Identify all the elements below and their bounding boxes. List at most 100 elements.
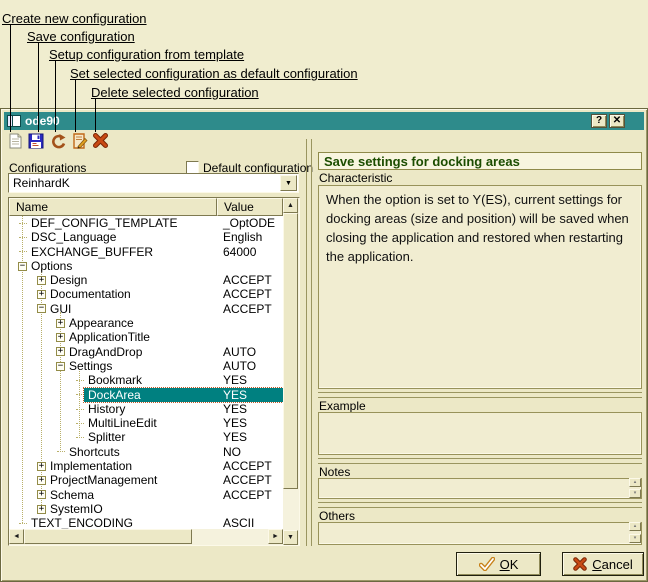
tree-item-name[interactable]: DockArea — [88, 388, 141, 402]
delete-configuration-button[interactable] — [91, 132, 109, 149]
tree-item-name[interactable]: Shortcuts — [69, 445, 120, 459]
tree-item-name[interactable]: EXCHANGE_BUFFER — [31, 245, 153, 259]
tree-item-name[interactable]: SystemIO — [50, 502, 103, 516]
tree-row-EXCHANGE_BUFFER[interactable]: EXCHANGE_BUFFER64000 — [9, 245, 283, 259]
tree-expand-icon[interactable]: + — [56, 347, 65, 356]
tree-row-ApplicationTitle[interactable]: + ApplicationTitle — [9, 330, 283, 344]
tree-item-name[interactable]: Implementation — [50, 459, 132, 473]
tree-row-Splitter[interactable]: SplitterYES — [9, 430, 283, 444]
tree-row-Shortcuts[interactable]: ShortcutsNO — [9, 445, 283, 459]
tree-item-name[interactable]: Schema — [50, 488, 94, 502]
scroll-right-icon[interactable]: ► — [268, 529, 283, 544]
tree-expand-icon[interactable]: + — [37, 476, 46, 485]
notes-scroll-up-icon[interactable]: ▴ — [629, 478, 641, 487]
tree-row-DEF_CONFIG_TEMPLATE[interactable]: DEF_CONFIG_TEMPLATE_OptODE — [9, 216, 283, 230]
tree-indent: + — [9, 330, 65, 344]
tree-row-Bookmark[interactable]: BookmarkYES — [9, 373, 283, 387]
tree-collapse-icon[interactable]: − — [18, 262, 27, 271]
others-textbox[interactable] — [318, 522, 642, 545]
tree-expand-icon[interactable]: + — [37, 505, 46, 514]
tree-item-name[interactable]: ProjectManagement — [50, 473, 157, 487]
section-splitter[interactable] — [318, 502, 642, 508]
tree-collapse-icon[interactable]: − — [37, 304, 46, 313]
tree-row-DSC_Language[interactable]: DSC_LanguageEnglish — [9, 230, 283, 244]
save-configuration-button[interactable] — [27, 132, 45, 149]
tree-row-Settings[interactable]: −SettingsAUTO — [9, 359, 283, 373]
tree-item-name[interactable]: Bookmark — [88, 373, 142, 387]
option-title-header: Save settings for docking areas — [318, 152, 642, 170]
tree-header-name[interactable]: Name — [9, 198, 217, 216]
tree-item-name[interactable]: DSC_Language — [31, 230, 116, 244]
scroll-up-icon[interactable]: ▲ — [283, 198, 298, 213]
notes-scroll-down-icon[interactable]: ▾ — [629, 489, 641, 498]
horizontal-scroll-thumb[interactable] — [24, 529, 192, 544]
tree-item-name[interactable]: DragAndDrop — [69, 345, 142, 359]
tree-indent — [9, 445, 65, 459]
tree-row-Design[interactable]: +DesignACCEPT — [9, 273, 283, 287]
section-splitter[interactable] — [318, 392, 642, 398]
combobox-dropdown-icon[interactable]: ▼ — [280, 175, 297, 191]
tree-item-name[interactable]: Design — [50, 273, 87, 287]
tree-row-Appearance[interactable]: + Appearance — [9, 316, 283, 330]
tree-row-MultiLineEdit[interactable]: MultiLineEditYES — [9, 416, 283, 430]
tree-row-DockArea[interactable]: DockAreaYES — [9, 388, 283, 402]
tree-indent: + — [9, 488, 46, 502]
tree-indent — [9, 516, 27, 529]
tree-connector — [76, 380, 84, 381]
section-splitter[interactable] — [318, 458, 642, 464]
tree-indent — [9, 245, 27, 259]
notes-textbox[interactable] — [318, 478, 642, 499]
tree-row-Implementation[interactable]: +ImplementationACCEPT — [9, 459, 283, 473]
tree-item-name[interactable]: MultiLineEdit — [88, 416, 157, 430]
tree-item-name[interactable]: Documentation — [50, 287, 131, 301]
tree-row-Documentation[interactable]: + Documentation ACCEPT — [9, 287, 283, 301]
characteristic-textbox[interactable]: When the option is set to Y(ES), current… — [318, 185, 642, 389]
tree-item-name[interactable]: TEXT_ENCODING — [31, 516, 133, 529]
tree-item-name[interactable]: GUI — [50, 302, 71, 316]
scroll-down-icon[interactable]: ▼ — [283, 530, 298, 545]
tree-item-name[interactable]: Options — [31, 259, 72, 273]
vertical-scroll-thumb[interactable] — [283, 213, 298, 489]
tree-item-name[interactable]: Splitter — [88, 430, 125, 444]
tree-expand-icon[interactable]: + — [37, 290, 46, 299]
tree-row-SystemIO[interactable]: + SystemIO — [9, 502, 283, 516]
tree-item-name[interactable]: History — [88, 402, 125, 416]
tree-item-name[interactable]: Settings — [69, 359, 112, 373]
tree-expand-icon[interactable]: + — [37, 462, 46, 471]
panel-splitter[interactable] — [306, 139, 312, 546]
tree-item-name[interactable]: Appearance — [69, 316, 134, 330]
tree-item-name[interactable]: DEF_CONFIG_TEMPLATE — [31, 216, 177, 230]
tree-row-Options[interactable]: −Options — [9, 259, 283, 273]
example-textbox[interactable] — [318, 412, 642, 455]
others-scroll-up-icon[interactable]: ▴ — [629, 522, 641, 531]
tree-collapse-icon[interactable]: − — [56, 362, 65, 371]
ok-button-label: OK — [500, 557, 519, 572]
tree-row-GUI[interactable]: −GUIACCEPT — [9, 302, 283, 316]
vertical-scrollbar[interactable]: ▲ ▼ — [283, 198, 299, 545]
configuration-combobox[interactable]: ReinhardK ▼ — [8, 173, 299, 193]
horizontal-scrollbar[interactable]: ◄ ► — [9, 529, 283, 545]
tree-expand-icon[interactable]: + — [56, 333, 65, 342]
tree-expand-icon[interactable]: + — [37, 490, 46, 499]
tree-row-Schema[interactable]: +SchemaACCEPT — [9, 488, 283, 502]
scroll-left-icon[interactable]: ◄ — [9, 529, 24, 544]
tree-item-name[interactable]: ApplicationTitle — [69, 330, 150, 344]
tree-row-highlight: DragAndDropAUTO — [65, 345, 283, 359]
ok-button[interactable]: OK — [456, 552, 541, 576]
set-default-configuration-button[interactable] — [71, 132, 89, 149]
new-configuration-button[interactable] — [6, 132, 24, 149]
tree-row-History[interactable]: HistoryYES — [9, 402, 283, 416]
tree-row-DragAndDrop[interactable]: +DragAndDropAUTO — [9, 345, 283, 359]
tree-connector — [19, 251, 27, 252]
tree-item-value: ACCEPT — [223, 287, 272, 301]
tree-row-ProjectManagement[interactable]: +ProjectManagementACCEPT — [9, 473, 283, 487]
tree-expand-icon[interactable]: + — [56, 319, 65, 328]
tree-row-TEXT_ENCODING[interactable]: TEXT_ENCODINGASCII — [9, 516, 283, 529]
others-scroll-down-icon[interactable]: ▾ — [629, 534, 641, 543]
combobox-value: ReinhardK — [13, 176, 70, 190]
setup-from-template-button[interactable] — [49, 132, 67, 149]
tree-header-value[interactable]: Value — [217, 198, 283, 216]
cancel-button[interactable]: Cancel — [562, 552, 644, 576]
tree-row-highlight: HistoryYES — [84, 402, 283, 416]
tree-expand-icon[interactable]: + — [37, 276, 46, 285]
